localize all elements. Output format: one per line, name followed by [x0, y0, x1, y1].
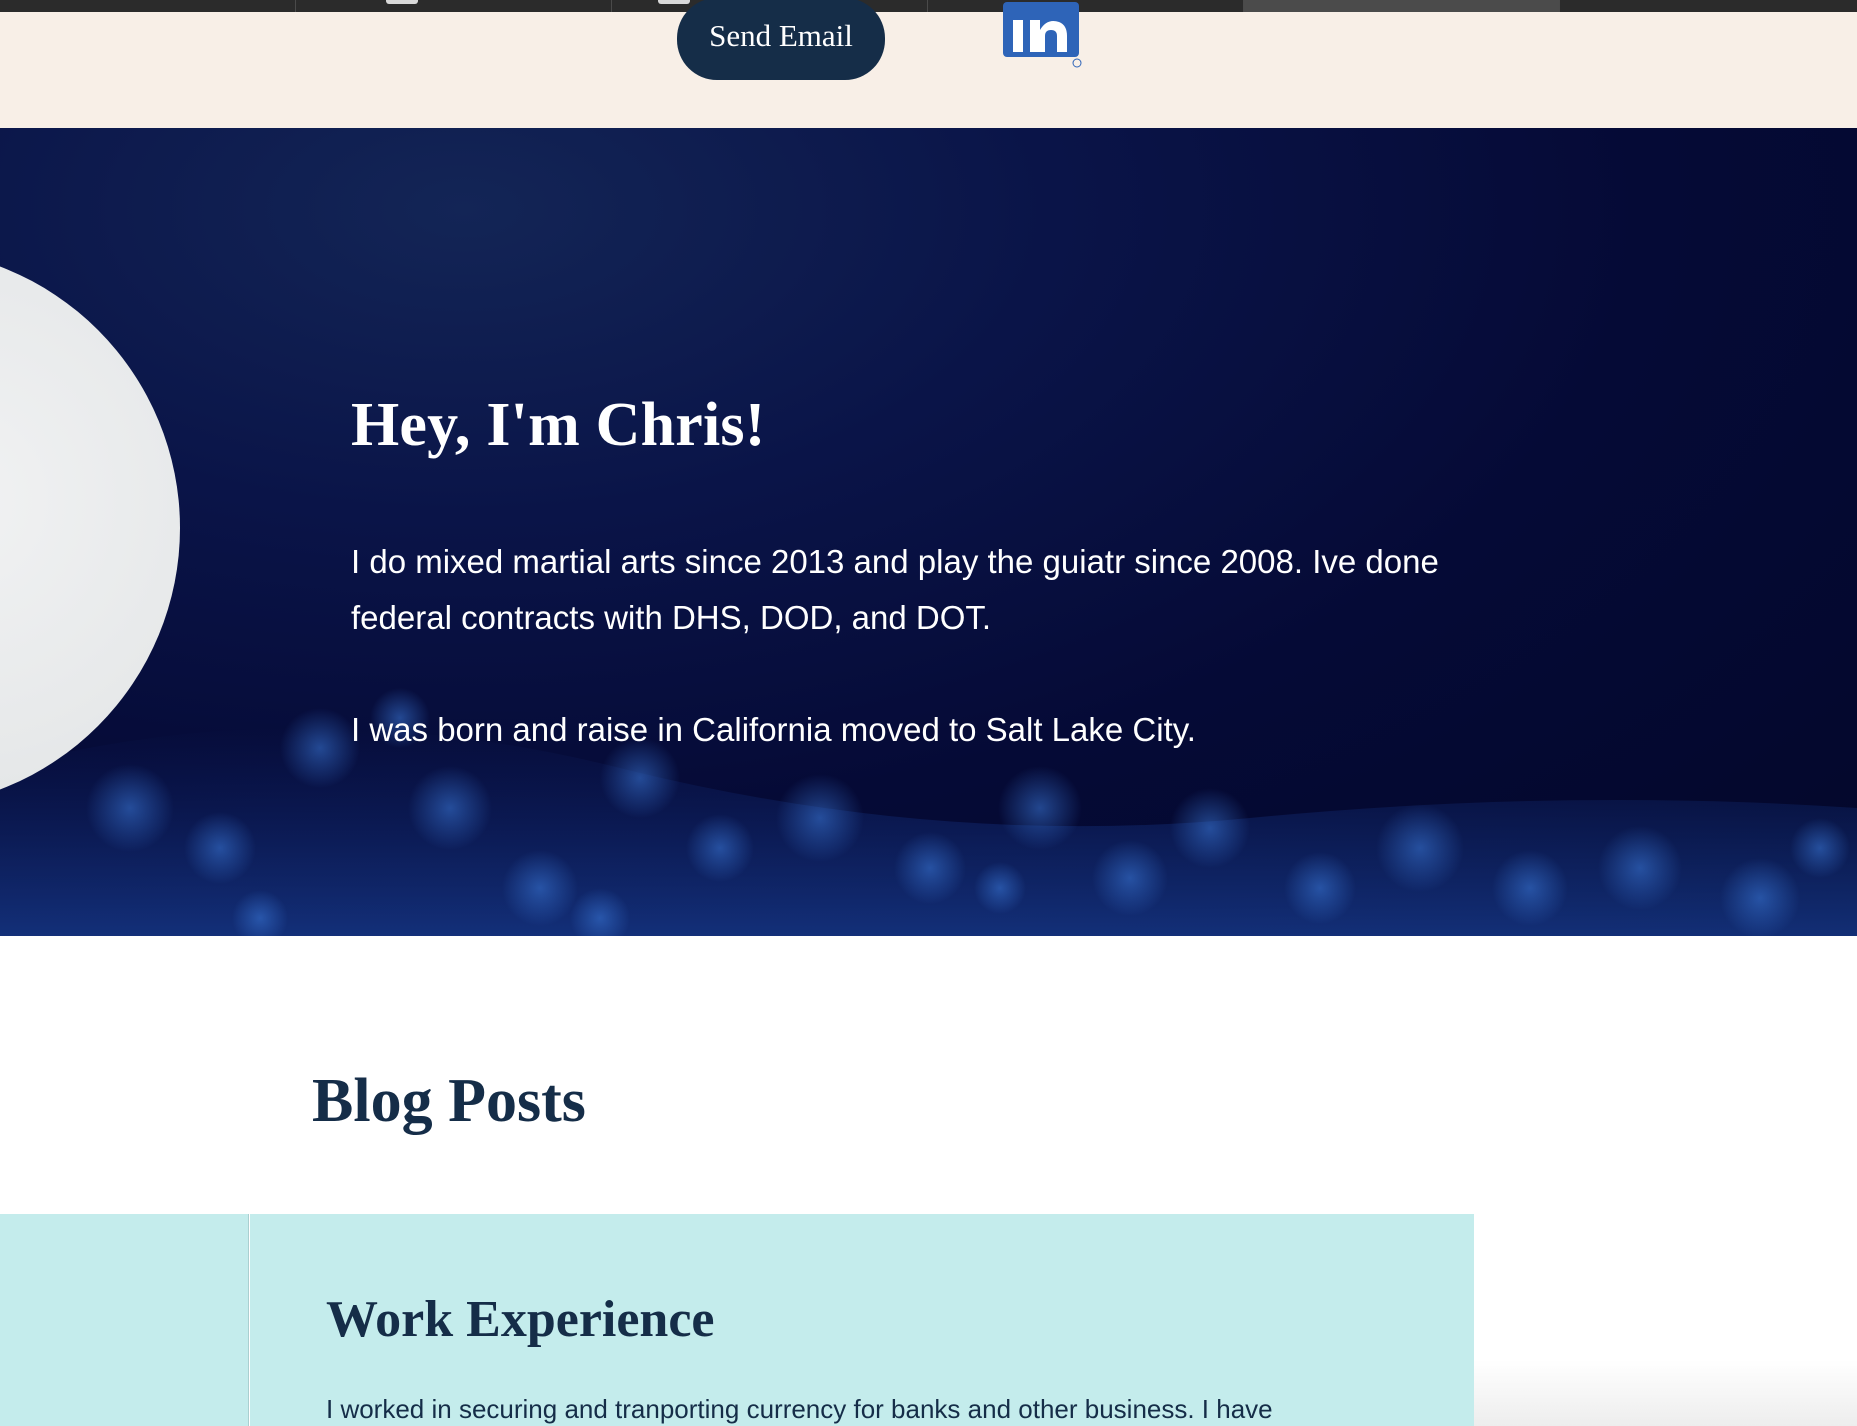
blog-card-image-area[interactable]	[0, 1214, 249, 1426]
scroll-shadow	[1474, 1360, 1857, 1426]
browser-tab[interactable]	[296, 0, 612, 12]
hero-paragraph: I was born and raise in California moved…	[351, 711, 1196, 748]
bokeh-background	[0, 688, 1857, 936]
linkedin-icon[interactable]	[1003, 2, 1083, 68]
hero-paragraph: I do mixed martial arts since 2013 and p…	[351, 543, 1439, 636]
profile-photo	[0, 248, 180, 808]
blog-post-title[interactable]: Work Experience	[326, 1290, 715, 1349]
browser-tab[interactable]	[0, 0, 296, 12]
about-hero-section: Hey, I'm Chris! I do mixed martial arts …	[0, 128, 1857, 936]
browser-tab[interactable]	[928, 0, 1244, 12]
send-email-button[interactable]: Send Email	[677, 0, 885, 80]
hero-title: Hey, I'm Chris!	[351, 391, 766, 459]
blog-post-excerpt: I worked in securing and tranporting cur…	[326, 1394, 1273, 1424]
tab-favicon-icon	[386, 0, 418, 4]
browser-tab-active[interactable]	[1244, 0, 1560, 12]
browser-tab-strip	[0, 0, 1857, 12]
profile-photo-shirt	[0, 248, 180, 808]
page: Send Email Hey, I'm Chris! I do mixed ma…	[0, 0, 1857, 1426]
blog-section-title: Blog Posts	[312, 1067, 586, 1135]
tab-favicon-icon	[658, 0, 690, 4]
contact-strip: Send Email	[0, 0, 1857, 128]
blog-post-card[interactable]: Work Experience I worked in securing and…	[250, 1214, 1474, 1426]
